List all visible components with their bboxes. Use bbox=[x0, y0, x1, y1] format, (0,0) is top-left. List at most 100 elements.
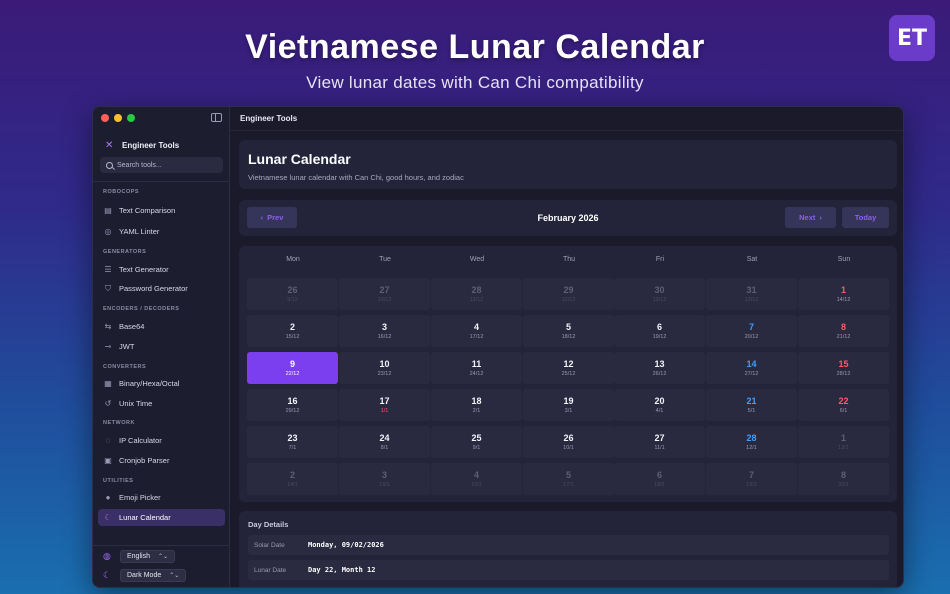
lunar-date: 26/12 bbox=[652, 371, 667, 377]
zoom-window-button[interactable] bbox=[127, 114, 135, 122]
lunar-date: 12/1 bbox=[746, 445, 757, 451]
search-input[interactable]: Search tools... bbox=[100, 157, 223, 173]
calendar-day[interactable]: 11 24/12 bbox=[431, 352, 522, 384]
calendar-day[interactable]: 18 2/1 bbox=[431, 389, 522, 421]
lunar-date: 13/12 bbox=[744, 297, 759, 303]
text-lines-icon: ☰ bbox=[104, 264, 112, 274]
calendar-day[interactable]: 12 25/12 bbox=[523, 352, 614, 384]
calendar-day[interactable]: 25 9/1 bbox=[431, 426, 522, 458]
solar-date: 6 bbox=[656, 322, 662, 332]
calendar-day[interactable]: 26 10/1 bbox=[523, 426, 614, 458]
calendar-day[interactable]: 27 11/1 bbox=[614, 426, 705, 458]
calendar-day[interactable]: 7 19/1 bbox=[706, 463, 797, 495]
calendar-day[interactable]: 14 27/12 bbox=[706, 352, 797, 384]
minimize-window-button[interactable] bbox=[114, 114, 122, 122]
sidebar-toggle-icon[interactable] bbox=[211, 113, 222, 122]
calendar-day-selected[interactable]: 9 22/12 bbox=[247, 352, 338, 384]
solar-date: 25 bbox=[471, 433, 482, 443]
sidebar-section-title: CONVERTERS bbox=[103, 364, 147, 370]
calendar-day[interactable]: 1 14/12 bbox=[798, 278, 889, 310]
solar-date: 2 bbox=[289, 322, 295, 332]
sidebar-item-yaml-linter[interactable]: ◎ YAML Linter bbox=[98, 223, 225, 240]
next-month-button[interactable]: Next › bbox=[785, 207, 836, 228]
lunar-date: 10/12 bbox=[377, 297, 392, 303]
sidebar-item-unix-time[interactable]: ↺ Unix Time bbox=[98, 395, 225, 412]
calendar-day[interactable]: 19 3/1 bbox=[523, 389, 614, 421]
solar-date: 20 bbox=[654, 396, 665, 406]
calendar-day[interactable]: 13 26/12 bbox=[614, 352, 705, 384]
solar-date: 8 bbox=[840, 322, 846, 332]
sidebar-item-text-comparison[interactable]: ▤ Text Comparison bbox=[98, 202, 225, 219]
sidebar-item-emoji-picker[interactable]: ● Emoji Picker bbox=[98, 489, 225, 506]
lunar-date: 5/1 bbox=[747, 408, 756, 414]
day-details-title: Day Details bbox=[248, 520, 289, 529]
solar-date: 13 bbox=[654, 359, 665, 369]
lunar-date: 16/12 bbox=[377, 334, 392, 340]
solar-date: 3 bbox=[381, 470, 387, 480]
solar-date: 26 bbox=[563, 433, 574, 443]
lunar-date: 11/1 bbox=[654, 445, 665, 451]
solar-date: 18 bbox=[471, 396, 482, 406]
detail-value: Day 22, Month 12 bbox=[308, 566, 376, 574]
calendar-day[interactable]: 2 15/12 bbox=[247, 315, 338, 347]
sidebar-item-label: Emoji Picker bbox=[119, 493, 161, 502]
sidebar-item-lunar-calendar[interactable]: ☾ Lunar Calendar bbox=[98, 509, 225, 526]
sidebar-item-cronjob-parser[interactable]: ▣ Cronjob Parser bbox=[98, 452, 225, 469]
calendar-day[interactable]: 5 18/12 bbox=[523, 315, 614, 347]
sidebar-item-ip-calculator[interactable]: ◌ IP Calculator bbox=[98, 432, 225, 449]
calendar-day[interactable]: 17 1/1 bbox=[339, 389, 430, 421]
hero-subtitle: View lunar dates with Can Chi compatibil… bbox=[306, 73, 644, 92]
sidebar-item-text-generator[interactable]: ☰ Text Generator bbox=[98, 261, 225, 278]
window-title: Engineer Tools bbox=[240, 114, 298, 123]
calendar-day[interactable]: 2 14/1 bbox=[247, 463, 338, 495]
calendar-day[interactable]: 4 17/12 bbox=[431, 315, 522, 347]
calendar-day[interactable]: 26 9/12 bbox=[247, 278, 338, 310]
page-title: Lunar Calendar bbox=[248, 151, 351, 167]
today-button[interactable]: Today bbox=[842, 207, 889, 228]
calendar-day[interactable]: 29 12/12 bbox=[523, 278, 614, 310]
solar-date: 12 bbox=[563, 359, 574, 369]
sidebar-item-base64[interactable]: ⇆ Base64 bbox=[98, 318, 225, 335]
sidebar-item-password-generator[interactable]: ⛉ Password Generator bbox=[98, 280, 225, 297]
calendar-day[interactable]: 31 13/12 bbox=[706, 278, 797, 310]
moon-icon: ☾ bbox=[104, 512, 112, 522]
calendar-day[interactable]: 20 4/1 bbox=[614, 389, 705, 421]
sidebar-item-jwt[interactable]: ⊸ JWT bbox=[98, 338, 225, 355]
calendar-clock-icon: ▣ bbox=[104, 455, 112, 465]
calendar-day[interactable]: 28 11/12 bbox=[431, 278, 522, 310]
sidebar-section-title: ENCODERS / DECODERS bbox=[103, 306, 180, 312]
calendar-day[interactable]: 22 6/1 bbox=[798, 389, 889, 421]
calendar-day[interactable]: 4 16/1 bbox=[431, 463, 522, 495]
calendar-day[interactable]: 27 10/12 bbox=[339, 278, 430, 310]
calendar-day[interactable]: 30 13/12 bbox=[614, 278, 705, 310]
sidebar-item-binary-hexa-octal[interactable]: ▦ Binary/Hexa/Octal bbox=[98, 375, 225, 392]
weekday-header: Wed bbox=[469, 256, 485, 263]
calendar-day[interactable]: 1 13/1 bbox=[798, 426, 889, 458]
calendar-day[interactable]: 10 23/12 bbox=[339, 352, 430, 384]
calendar-day[interactable]: 3 16/12 bbox=[339, 315, 430, 347]
calendar-day[interactable]: 23 7/1 bbox=[247, 426, 338, 458]
calendar-day[interactable]: 8 20/1 bbox=[798, 463, 889, 495]
calendar-day[interactable]: 24 8/1 bbox=[339, 426, 430, 458]
lunar-date: 18/1 bbox=[654, 482, 665, 488]
lunar-date: 20/1 bbox=[838, 482, 849, 488]
calendar-day[interactable]: 3 15/1 bbox=[339, 463, 430, 495]
calendar-day[interactable]: 28 12/1 bbox=[706, 426, 797, 458]
calendar-day[interactable]: 15 28/12 bbox=[798, 352, 889, 384]
solar-date: 29 bbox=[563, 285, 574, 295]
theme-select[interactable]: Dark Mode ⌃⌄ bbox=[120, 569, 187, 582]
lunar-date: 7/1 bbox=[288, 445, 297, 451]
calendar-day[interactable]: 8 21/12 bbox=[798, 315, 889, 347]
close-window-button[interactable] bbox=[101, 114, 109, 122]
calendar-day[interactable]: 16 29/12 bbox=[247, 389, 338, 421]
weekday-header: Mon bbox=[286, 256, 300, 263]
sidebar-item-label: Cronjob Parser bbox=[119, 456, 170, 465]
sidebar-section-title: UTILITIES bbox=[103, 478, 134, 484]
calendar-day[interactable]: 6 18/1 bbox=[614, 463, 705, 495]
next-label: Next bbox=[799, 213, 816, 222]
calendar-day[interactable]: 21 5/1 bbox=[706, 389, 797, 421]
calendar-day[interactable]: 5 17/1 bbox=[523, 463, 614, 495]
language-select[interactable]: English ⌃⌄ bbox=[120, 550, 176, 563]
calendar-day[interactable]: 6 19/12 bbox=[614, 315, 705, 347]
calendar-day[interactable]: 7 20/12 bbox=[706, 315, 797, 347]
